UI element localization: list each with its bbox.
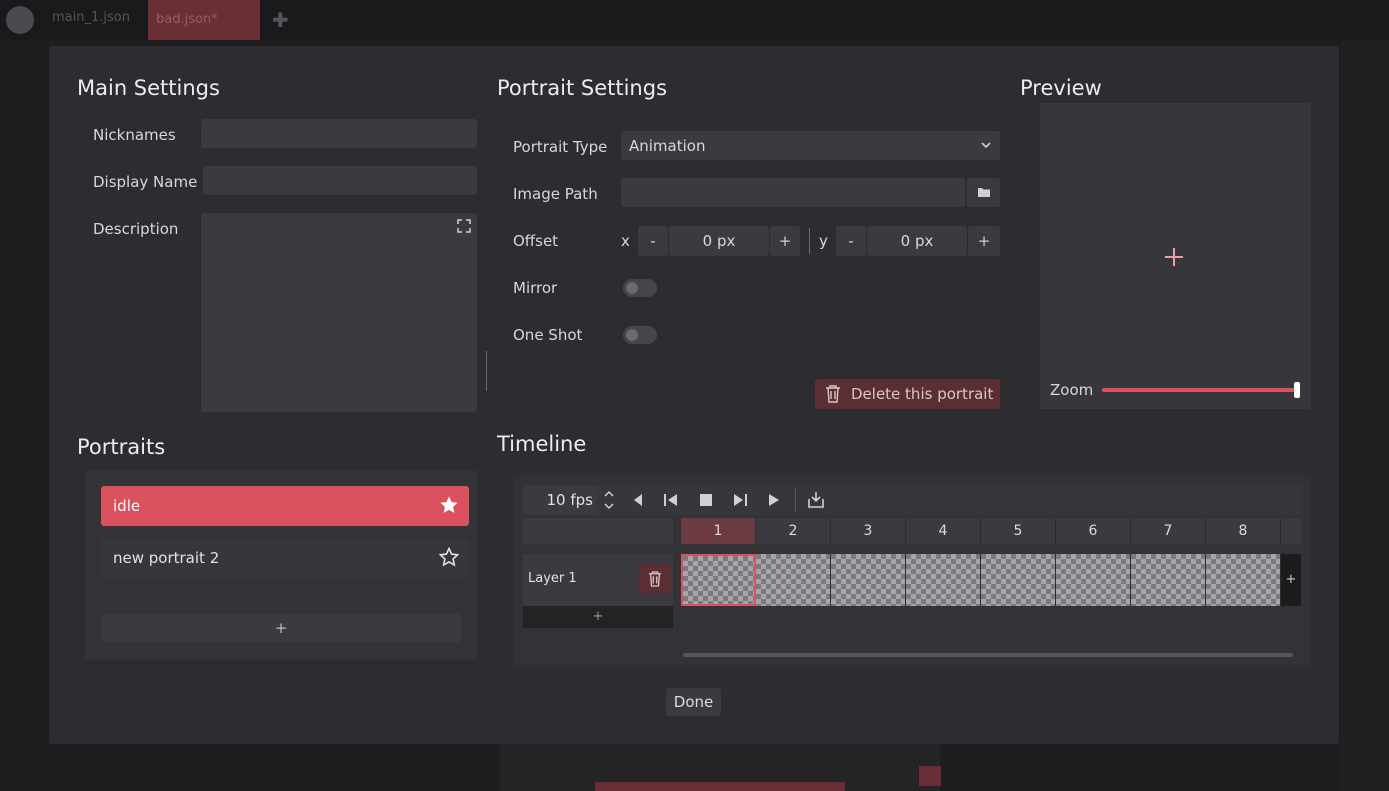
play-icon[interactable] (765, 491, 783, 509)
skip-to-start-icon[interactable] (662, 491, 680, 509)
add-layer-button[interactable]: + (523, 606, 673, 628)
nicknames-input[interactable] (201, 119, 477, 148)
one-shot-label: One Shot (513, 326, 583, 344)
add-portrait-button[interactable]: + (101, 614, 461, 642)
mirror-label: Mirror (513, 279, 558, 297)
background-right-panel (1340, 40, 1389, 791)
display-name-label: Display Name (93, 173, 198, 191)
image-path-input[interactable] (621, 178, 965, 207)
add-frame-button[interactable]: + (1281, 554, 1301, 606)
nicknames-label: Nicknames (93, 126, 176, 144)
timeline-cell-8[interactable] (1206, 554, 1281, 606)
delete-portrait-label: Delete this portrait (851, 385, 994, 403)
trash-icon (648, 571, 662, 587)
background-red-square (919, 766, 941, 786)
character-editor-dialog: Main Settings Nicknames Display Name Des… (49, 46, 1339, 744)
timeline-cell-2[interactable] (756, 554, 831, 606)
timeline-cell-3[interactable] (831, 554, 906, 606)
portraits-title: Portraits (77, 435, 166, 459)
split-handle[interactable] (486, 351, 487, 391)
browse-folder-button[interactable] (967, 178, 1000, 207)
portrait-item-new-portrait-2[interactable]: new portrait 2 (101, 538, 469, 578)
portrait-settings-title: Portrait Settings (497, 76, 668, 100)
main-settings-title: Main Settings (77, 76, 220, 100)
display-name-input[interactable] (203, 166, 477, 195)
portrait-type-select[interactable]: Animation (621, 131, 1000, 160)
background-tab-active: bad.json* (148, 0, 260, 40)
crosshair-icon (1165, 248, 1183, 266)
background-add-tab-icon: ✚ (272, 8, 289, 32)
done-button[interactable]: Done (666, 688, 721, 716)
frame-header-1[interactable]: 1 (681, 518, 756, 544)
offset-y-decrement-button[interactable]: - (836, 226, 866, 256)
stop-icon[interactable] (697, 491, 715, 509)
timeline-cell-6[interactable] (1056, 554, 1131, 606)
fps-value: 10 fps (546, 491, 593, 509)
fps-input[interactable]: 10 fps (523, 485, 597, 515)
star-filled-icon[interactable] (439, 495, 459, 515)
one-shot-toggle[interactable] (623, 326, 657, 344)
frame-header-6[interactable]: 6 (1056, 518, 1131, 544)
frame-header-7[interactable]: 7 (1131, 518, 1206, 544)
portrait-item-label: idle (113, 497, 141, 515)
offset-x-decrement-button[interactable]: - (638, 226, 668, 256)
portrait-type-label: Portrait Type (513, 138, 608, 156)
timeline-cell-1[interactable] (681, 554, 756, 606)
expand-icon[interactable] (457, 219, 471, 233)
trash-icon (826, 385, 840, 403)
background-tab: main_1.json (52, 10, 130, 25)
timeline-scrollbar[interactable] (683, 653, 1293, 657)
frame-header-5[interactable]: 5 (981, 518, 1056, 544)
background-tab-label: bad.json* (156, 12, 218, 27)
folder-icon (977, 188, 990, 197)
offset-label: Offset (513, 232, 559, 250)
offset-y-increment-button[interactable]: + (968, 226, 1000, 256)
frame-header-3[interactable]: 3 (831, 518, 906, 544)
frame-header-4[interactable]: 4 (906, 518, 981, 544)
preview-canvas[interactable] (1040, 103, 1311, 409)
background-bottom-bar (500, 744, 940, 791)
star-outline-icon[interactable] (439, 547, 459, 567)
portrait-type-value: Animation (629, 137, 706, 155)
chevron-down-icon (981, 142, 991, 149)
offset-divider (809, 228, 810, 254)
timeline-cell-7[interactable] (1131, 554, 1206, 606)
description-label: Description (93, 220, 179, 238)
offset-x-label: x (621, 232, 630, 250)
import-icon[interactable] (807, 491, 825, 509)
offset-x-input[interactable]: 0 px (669, 226, 769, 256)
layer-header (523, 518, 673, 544)
description-textarea[interactable] (201, 213, 477, 412)
frame-header-2[interactable]: 2 (756, 518, 831, 544)
layer-name: Layer 1 (528, 571, 577, 586)
timeline-cell-5[interactable] (981, 554, 1056, 606)
offset-y-input[interactable]: 0 px (867, 226, 967, 256)
mirror-toggle[interactable] (623, 279, 657, 297)
image-path-label: Image Path (513, 185, 598, 203)
layer-row[interactable]: Layer 1 (523, 554, 673, 606)
previous-frame-icon[interactable] (629, 491, 647, 509)
offset-y-label: y (819, 232, 828, 250)
delete-layer-button[interactable] (639, 564, 671, 594)
frame-header-overflow (1281, 518, 1301, 544)
zoom-label: Zoom (1050, 381, 1094, 399)
preview-title: Preview (1020, 76, 1102, 100)
portrait-item-label: new portrait 2 (113, 549, 220, 567)
fps-stepper-icon[interactable] (603, 488, 615, 512)
settings-gear-icon (6, 6, 34, 34)
zoom-slider-track[interactable] (1102, 388, 1298, 392)
offset-x-increment-button[interactable]: + (770, 226, 800, 256)
toolbar-divider (795, 488, 796, 512)
frame-header-8[interactable]: 8 (1206, 518, 1281, 544)
timeline-cell-4[interactable] (906, 554, 981, 606)
delete-portrait-button[interactable]: Delete this portrait (815, 379, 1000, 409)
skip-to-end-icon[interactable] (731, 491, 749, 509)
zoom-slider-handle[interactable] (1294, 382, 1300, 398)
timeline-title: Timeline (497, 432, 587, 456)
portrait-item-idle[interactable]: idle (101, 486, 469, 526)
